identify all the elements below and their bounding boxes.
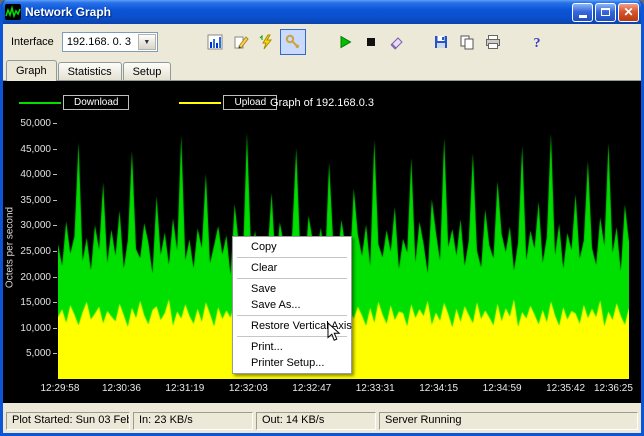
- play-icon: [337, 34, 353, 50]
- key-button[interactable]: [280, 29, 306, 55]
- help-icon: ?: [529, 34, 545, 50]
- x-tick-label: 12:30:36: [102, 383, 141, 394]
- print-button[interactable]: [480, 29, 506, 55]
- floppy-icon: [433, 34, 449, 50]
- y-tick-mark: [53, 123, 57, 124]
- histogram-icon: [207, 34, 223, 50]
- status-plot-started: Plot Started: Sun 03 Feb: [6, 412, 130, 430]
- start-button[interactable]: [332, 29, 358, 55]
- tab-strip: Graph Statistics Setup: [3, 60, 641, 81]
- erase-button[interactable]: [384, 29, 410, 55]
- x-tick-label: 12:35:42: [546, 383, 585, 394]
- lightning-icon: [259, 34, 275, 50]
- context-menu-item[interactable]: Copy: [235, 239, 349, 255]
- copy-button[interactable]: [454, 29, 480, 55]
- copy-icon: [459, 34, 475, 50]
- x-tick-label: 12:33:31: [356, 383, 395, 394]
- y-tick-mark: [53, 225, 57, 226]
- status-bar: Plot Started: Sun 03 Feb In: 23 KB/s Out…: [3, 409, 641, 433]
- status-server-state: Server Running: [379, 412, 638, 430]
- y-tick-label: 45,000: [7, 144, 51, 155]
- x-tick-label: 12:36:25: [594, 383, 633, 394]
- y-tick-label: 50,000: [7, 118, 51, 129]
- minimize-button[interactable]: [572, 3, 593, 22]
- tab-setup[interactable]: Setup: [123, 62, 172, 80]
- window-title: Network Graph: [25, 5, 570, 19]
- tab-setup-label: Setup: [133, 66, 162, 78]
- y-tick-label: 15,000: [7, 297, 51, 308]
- download-legend-line: [19, 102, 61, 104]
- minimize-icon: [579, 15, 587, 18]
- x-tick-label: 12:31:19: [165, 383, 204, 394]
- tab-statistics[interactable]: Statistics: [58, 62, 122, 80]
- menu-separator: [237, 315, 347, 316]
- maximize-button[interactable]: [595, 3, 616, 22]
- y-tick-mark: [53, 149, 57, 150]
- x-tick-label: 12:32:03: [229, 383, 268, 394]
- y-tick-label: 5,000: [7, 348, 51, 359]
- chart-legend: Download Upload: [19, 95, 283, 110]
- edit-button[interactable]: [228, 29, 254, 55]
- y-tick-mark: [53, 200, 57, 201]
- y-tick-label: 10,000: [7, 323, 51, 334]
- status-out-rate: Out: 14 KB/s: [256, 412, 376, 430]
- status-in-rate: In: 23 KB/s: [133, 412, 253, 430]
- chevron-down-icon: ▼: [143, 39, 150, 46]
- context-menu-item[interactable]: Printer Setup...: [235, 355, 349, 371]
- y-tick-label: 30,000: [7, 220, 51, 231]
- close-icon: ✕: [623, 6, 633, 18]
- mouse-cursor-icon: [327, 322, 341, 343]
- lightning-button[interactable]: [254, 29, 280, 55]
- y-tick-label: 35,000: [7, 195, 51, 206]
- chart-title: Graph of 192.168.0.3: [270, 97, 374, 109]
- x-tick-label: 12:34:15: [419, 383, 458, 394]
- title-bar[interactable]: Network Graph ✕: [0, 0, 644, 24]
- y-tick-label: 20,000: [7, 272, 51, 283]
- context-menu-item[interactable]: Save As...: [235, 297, 349, 313]
- y-tick-mark: [53, 302, 57, 303]
- y-tick-mark: [53, 277, 57, 278]
- maximize-icon: [601, 8, 610, 16]
- context-menu-item[interactable]: Clear: [235, 260, 349, 276]
- pencil-icon: [233, 34, 249, 50]
- upload-legend-line: [179, 102, 221, 104]
- x-tick-label: 12:34:59: [483, 383, 522, 394]
- app-icon: [5, 4, 21, 20]
- y-tick-mark: [53, 353, 57, 354]
- combo-dropdown-button[interactable]: ▼: [138, 34, 156, 50]
- app-window: Network Graph ✕ Interface 192.168. 0. 3 …: [0, 0, 644, 436]
- tab-graph-label: Graph: [16, 65, 47, 77]
- y-tick-mark: [53, 251, 57, 252]
- context-menu: CopyClearSaveSave As...Restore Vertical …: [232, 236, 352, 374]
- y-tick-mark: [53, 174, 57, 175]
- download-legend-label: Download: [63, 95, 129, 110]
- y-tick-label: 40,000: [7, 169, 51, 180]
- save-button[interactable]: [428, 29, 454, 55]
- histogram-button[interactable]: [202, 29, 228, 55]
- interface-combo-value: 192.168. 0. 3: [67, 36, 131, 48]
- tab-graph[interactable]: Graph: [6, 60, 57, 81]
- x-tick-label: 12:32:47: [292, 383, 331, 394]
- tab-statistics-label: Statistics: [68, 66, 112, 78]
- interface-combo[interactable]: 192.168. 0. 3 ▼: [62, 32, 158, 52]
- toolbar: Interface 192.168. 0. 3 ▼: [3, 24, 641, 60]
- stop-icon: [363, 34, 379, 50]
- menu-separator: [237, 257, 347, 258]
- svg-text:?: ?: [533, 36, 540, 50]
- close-button[interactable]: ✕: [618, 3, 639, 22]
- stop-button[interactable]: [358, 29, 384, 55]
- help-button[interactable]: ?: [524, 29, 550, 55]
- interface-label: Interface: [11, 36, 54, 48]
- key-icon: [285, 34, 301, 50]
- menu-separator: [237, 278, 347, 279]
- printer-icon: [485, 34, 501, 50]
- y-tick-mark: [53, 328, 57, 329]
- eraser-icon: [389, 34, 405, 50]
- context-menu-item[interactable]: Save: [235, 281, 349, 297]
- y-tick-label: 25,000: [7, 246, 51, 257]
- x-tick-label: 12:29:58: [40, 383, 79, 394]
